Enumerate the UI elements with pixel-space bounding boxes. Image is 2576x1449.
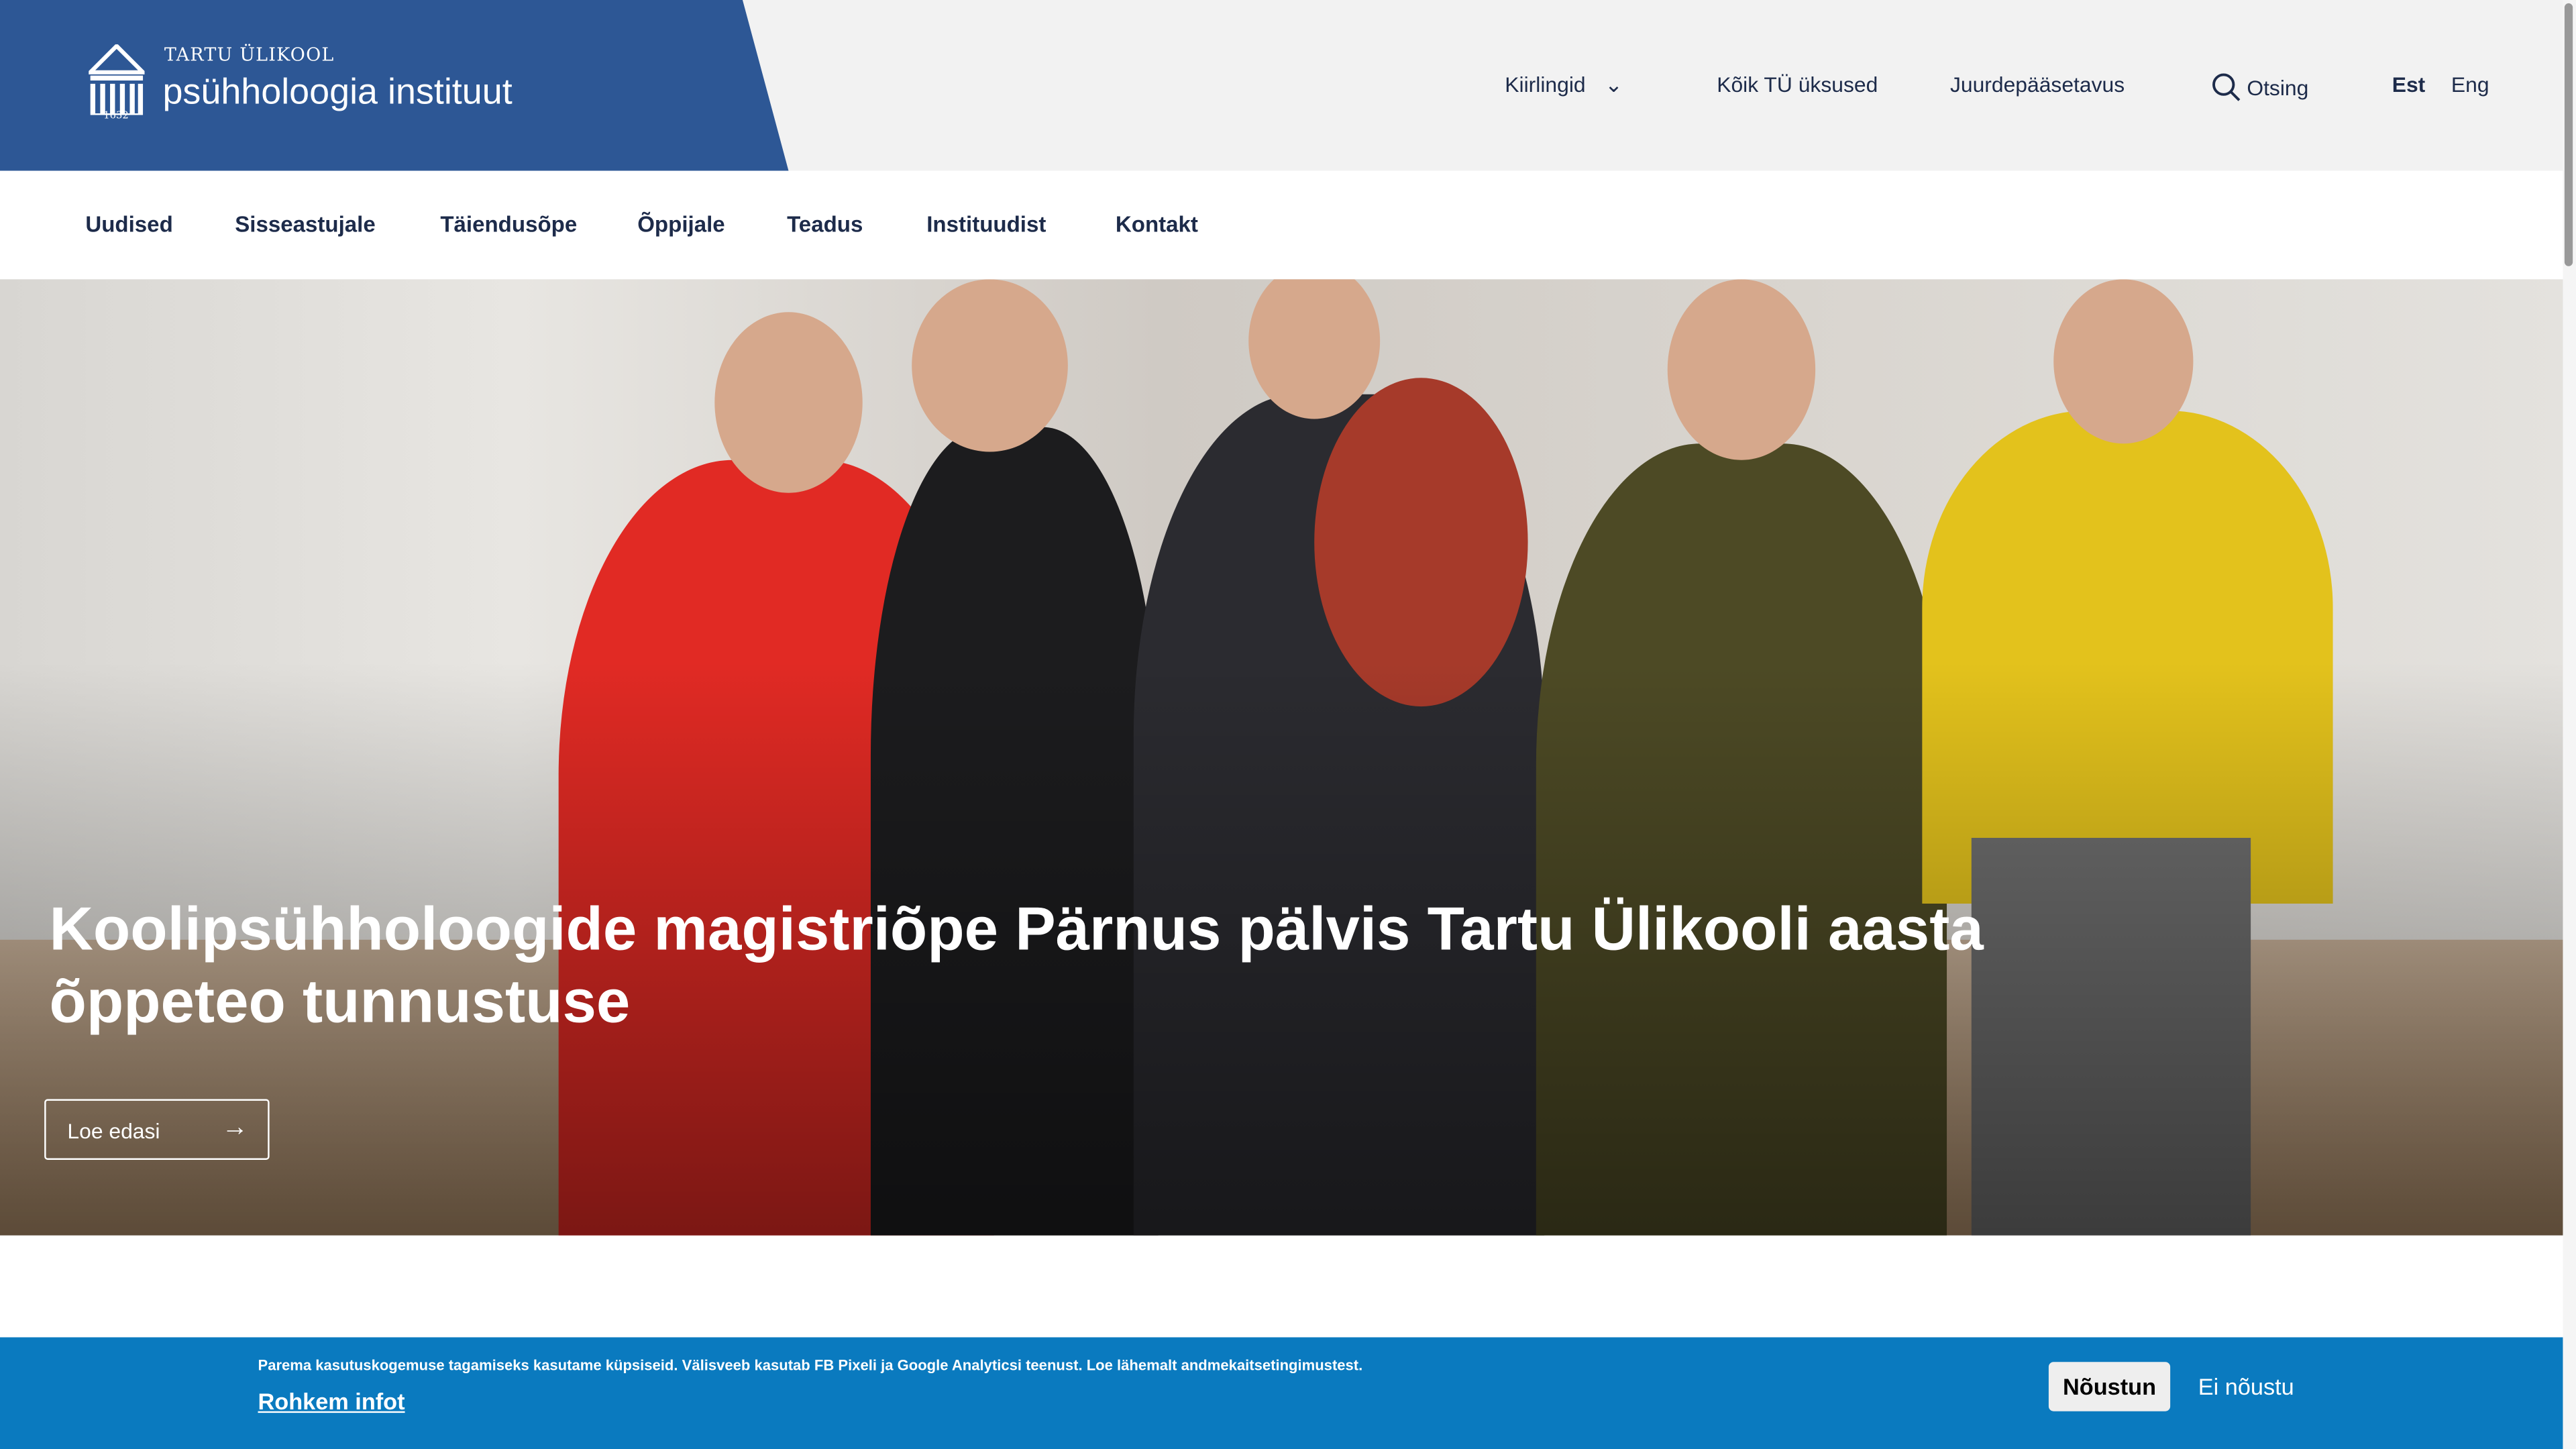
- quick-links-label: Kiirlingid: [1505, 72, 1586, 97]
- nav-instituudist[interactable]: Instituudist: [926, 212, 1046, 237]
- cookie-more-info-link[interactable]: Rohkem infot: [258, 1388, 405, 1414]
- hero-headline[interactable]: Koolipsühholoogide magistriõpe Pärnus pä…: [49, 894, 2119, 1038]
- read-more-label: Loe edasi: [67, 1118, 160, 1144]
- nav-taiendusope[interactable]: Täiendusõpe: [440, 212, 577, 237]
- cookie-agree-button[interactable]: Nõustun: [2048, 1362, 2171, 1411]
- nav-sisseastujale[interactable]: Sisseastujale: [235, 212, 376, 237]
- university-name: TARTU ÜLIKOOL: [164, 44, 335, 66]
- arrow-right-icon: →: [221, 1114, 248, 1142]
- search-label: Otsing: [2247, 75, 2309, 101]
- institute-name[interactable]: psühholoogia instituut: [162, 70, 512, 113]
- accessibility-link[interactable]: Juurdepääsetavus: [1950, 72, 2125, 97]
- logo-year: 1632: [103, 110, 129, 122]
- search-button[interactable]: Otsing: [2211, 72, 2308, 102]
- quick-links-dropdown[interactable]: Kiirlingid ⌄: [1505, 72, 1623, 99]
- scrollbar-thumb[interactable]: [2564, 3, 2573, 266]
- nav-uudised[interactable]: Uudised: [85, 212, 172, 237]
- nav-oppijale[interactable]: Õppijale: [637, 212, 724, 237]
- search-icon: [2212, 73, 2241, 101]
- cookie-message: Parema kasutuskogemuse tagamiseks kasuta…: [258, 1356, 1363, 1374]
- hero-banner: Koolipsühholoogide magistriõpe Pärnus pä…: [0, 279, 2576, 1236]
- main-nav: Uudised Sisseastujale Täiendusõpe Õppija…: [0, 170, 2576, 280]
- top-bar: TARTU ÜLIKOOL psühholoogia instituut 163…: [0, 0, 2576, 171]
- lang-est[interactable]: Est: [2392, 72, 2426, 97]
- chevron-down-icon: ⌄: [1605, 72, 1623, 97]
- nav-kontakt[interactable]: Kontakt: [1116, 212, 1198, 237]
- lang-eng[interactable]: Eng: [2451, 72, 2489, 97]
- all-units-link[interactable]: Kõik TÜ üksused: [1717, 72, 1878, 97]
- read-more-button[interactable]: Loe edasi →: [44, 1099, 270, 1160]
- cookie-banner: Parema kasutuskogemuse tagamiseks kasuta…: [0, 1337, 2576, 1449]
- cookie-disagree-button[interactable]: Ei nõustu: [2198, 1373, 2294, 1399]
- nav-teadus[interactable]: Teadus: [787, 212, 863, 237]
